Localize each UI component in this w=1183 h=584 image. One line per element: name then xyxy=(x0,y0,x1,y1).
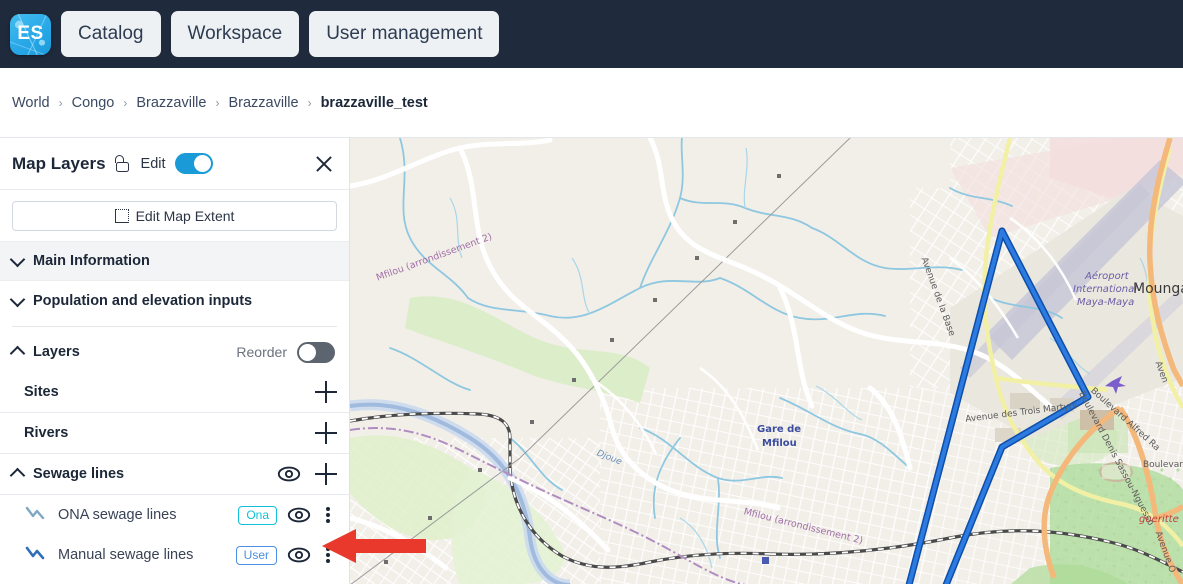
red-arrow-pointing-left xyxy=(322,529,426,563)
eye-icon[interactable] xyxy=(287,506,311,524)
add-layer-to-sewage-lines-button[interactable] xyxy=(315,463,337,485)
nav-button-workspace[interactable]: Workspace xyxy=(170,11,300,57)
reorder-toggle[interactable] xyxy=(297,341,335,363)
layer-name-ona-sewage-lines: ONA sewage lines xyxy=(58,507,177,523)
panel-header: Map Layers Edit xyxy=(0,138,349,190)
section-main-information[interactable]: Main Information xyxy=(0,241,349,281)
unlocked-padlock-icon[interactable] xyxy=(114,155,130,172)
add-layer-to-rivers-button[interactable] xyxy=(315,422,337,444)
breadcrumb: World › Congo › Brazzaville › Brazzavill… xyxy=(0,68,1183,137)
logo-text: ES xyxy=(17,23,44,44)
close-icon[interactable] xyxy=(313,153,335,175)
layer-badge-ona: Ona xyxy=(238,505,277,525)
layer-badge-user: User xyxy=(235,545,277,565)
layer-group-rivers-label: Rivers xyxy=(24,425,69,441)
layer-row-ona-sewage-lines[interactable]: ONA sewage lines Ona xyxy=(0,495,349,535)
edit-map-extent-button[interactable]: Edit Map Extent xyxy=(12,201,337,231)
breadcrumb-item-brazzaville-2[interactable]: Brazzaville xyxy=(228,95,298,111)
polyline-icon xyxy=(24,505,46,525)
section-population-elevation-label: Population and elevation inputs xyxy=(33,293,253,309)
panel-title: Map Layers xyxy=(12,153,106,173)
edit-toggle-label: Edit xyxy=(140,155,166,172)
kebab-menu-icon[interactable] xyxy=(319,505,337,525)
toggle-knob xyxy=(193,155,211,172)
edit-extent-container: Edit Map Extent xyxy=(0,190,349,241)
layer-group-rivers[interactable]: Rivers xyxy=(0,413,349,454)
layer-row-manual-sewage-lines[interactable]: Manual sewage lines User xyxy=(0,535,349,575)
section-population-elevation[interactable]: Population and elevation inputs xyxy=(0,281,349,321)
padlock-body xyxy=(115,162,129,172)
edit-toggle[interactable] xyxy=(174,153,213,174)
breadcrumb-item-world[interactable]: World xyxy=(12,95,50,111)
polyline-icon xyxy=(24,545,46,565)
layer-name-manual-sewage-lines: Manual sewage lines xyxy=(58,547,194,563)
layer-group-sewage-lines-label: Sewage lines xyxy=(33,466,125,482)
breadcrumb-item-brazzaville[interactable]: Brazzaville xyxy=(136,95,206,111)
eye-icon[interactable] xyxy=(287,546,311,564)
layers-section-header[interactable]: Layers Reorder xyxy=(0,332,349,372)
crop-extent-icon xyxy=(114,209,129,223)
edit-map-extent-label: Edit Map Extent xyxy=(135,208,235,224)
layer-group-sites-label: Sites xyxy=(24,384,59,400)
divider xyxy=(12,326,337,327)
breadcrumb-separator-icon: › xyxy=(58,95,63,110)
nav-button-user-management[interactable]: User management xyxy=(309,11,500,57)
top-navigation-bar: ES Catalog Workspace User management xyxy=(0,0,1183,68)
layer-group-sites[interactable]: Sites xyxy=(0,372,349,413)
chevron-up-icon xyxy=(9,345,26,362)
map-vector-layer xyxy=(350,138,1183,584)
layer-group-sewage-lines[interactable]: Sewage lines xyxy=(0,454,349,495)
layers-label: Layers xyxy=(33,344,80,360)
breadcrumb-separator-icon: › xyxy=(307,95,312,110)
chevron-down-icon xyxy=(9,251,26,267)
eye-icon[interactable] xyxy=(277,465,301,483)
chevron-up-icon xyxy=(9,467,26,484)
section-main-information-label: Main Information xyxy=(33,253,150,269)
add-layer-to-sites-button[interactable] xyxy=(315,381,337,403)
reorder-label: Reorder xyxy=(236,344,287,360)
map-layers-panel: Map Layers Edit Edit Map Extent Main Inf… xyxy=(0,138,350,584)
es-logo-icon[interactable]: ES xyxy=(10,13,51,55)
breadcrumb-separator-icon: › xyxy=(215,95,220,110)
main-content: Map Layers Edit Edit Map Extent Main Inf… xyxy=(0,137,1183,584)
breadcrumb-item-congo[interactable]: Congo xyxy=(72,95,115,111)
chevron-down-icon xyxy=(9,291,26,307)
map-canvas[interactable]: Mfilou (arrondissement 2) Gare de Mfilou… xyxy=(350,138,1183,584)
toggle-knob xyxy=(299,343,316,361)
breadcrumb-item-current: brazzaville_test xyxy=(320,94,428,111)
nav-button-catalog[interactable]: Catalog xyxy=(61,11,161,57)
breadcrumb-separator-icon: › xyxy=(123,95,128,110)
